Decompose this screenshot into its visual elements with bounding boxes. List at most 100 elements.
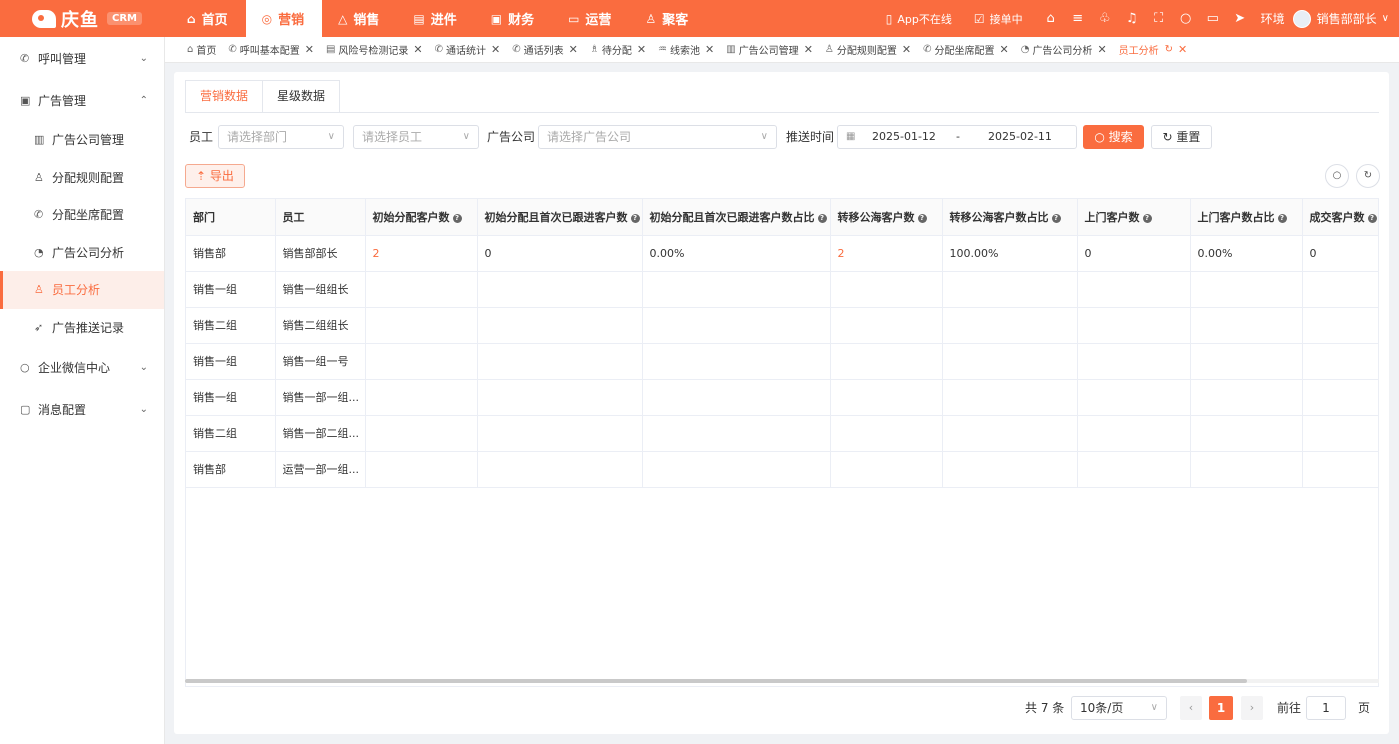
sidebar-item-staff-analysis[interactable]: ♙ 员工分析: [0, 271, 164, 309]
column-header-label: 转移公海客户数占比: [949, 210, 1049, 224]
table-cell: [477, 379, 643, 416]
staff-select[interactable]: 请选择员工 ∨: [353, 125, 479, 149]
sidebar-item-seat-config[interactable]: ✆ 分配坐席配置: [0, 196, 164, 234]
table-cell: [365, 307, 478, 344]
avatar[interactable]: [1292, 9, 1311, 28]
table-cell: [1190, 271, 1303, 308]
send-icon: ➶: [34, 320, 44, 334]
search-icon[interactable]: ○: [1180, 11, 1192, 26]
date-start[interactable]: 2025-01-12: [872, 126, 936, 148]
close-icon[interactable]: ✕: [1178, 43, 1187, 56]
list-icon[interactable]: ≡: [1072, 11, 1084, 26]
ad-icon: ▣: [20, 93, 31, 107]
topnav-application[interactable]: ▤ 进件: [397, 0, 474, 37]
tab-ad-analysis[interactable]: ◔ 广告公司分析 ✕: [1021, 42, 1107, 57]
close-icon[interactable]: ✕: [569, 43, 578, 56]
close-icon[interactable]: ✕: [637, 43, 646, 56]
topnav-customers[interactable]: ♙ 聚客: [629, 0, 706, 37]
user-name[interactable]: 销售部部长: [1317, 10, 1377, 27]
sidebar-group-ad[interactable]: ▣ 广告管理 ⌃: [0, 79, 164, 121]
bell-icon[interactable]: ♫: [1126, 11, 1138, 26]
sidebar-item-rule-config[interactable]: ♙ 分配规则配置: [0, 159, 164, 197]
column-header-label: 成交客户数: [1309, 210, 1365, 224]
tab-risk-record[interactable]: ▤ 风险号检测记录 ✕: [326, 42, 423, 57]
reset-button[interactable]: ↻ 重置: [1151, 125, 1212, 149]
tab-pending[interactable]: ♗ 待分配 ✕: [590, 42, 646, 57]
export-button[interactable]: ⇡ 导出: [185, 164, 245, 188]
brand-logo[interactable]: 庆鱼 CRM: [0, 0, 165, 37]
tab-home[interactable]: ⌂ 首页: [187, 42, 216, 57]
close-icon[interactable]: ✕: [491, 43, 500, 56]
tab-call-config[interactable]: ✆ 呼叫基本配置 ✕: [228, 42, 314, 57]
lock-icon[interactable]: ⌂: [1045, 11, 1057, 26]
scrollbar-thumb[interactable]: [185, 679, 1247, 683]
tab-seat-config[interactable]: ✆ 分配坐席配置 ✕: [923, 42, 1009, 57]
topnav-finance[interactable]: ▣ 财务: [475, 0, 552, 37]
close-icon[interactable]: ✕: [705, 43, 714, 56]
tab-star-data[interactable]: 星级数据: [263, 81, 339, 112]
home-icon: ⌂: [187, 44, 194, 55]
briefcase-icon[interactable]: ▭: [1207, 11, 1219, 26]
customers-icon: ♙: [645, 11, 657, 26]
sidebar-item-ad-company[interactable]: ▥ 广告公司管理: [0, 121, 164, 159]
tab-call-list[interactable]: ✆ 通话列表 ✕: [512, 42, 578, 57]
goto-page-input[interactable]: 1: [1306, 696, 1346, 720]
tab-lead-pool[interactable]: ♒ 线索池 ✕: [658, 42, 714, 57]
close-icon[interactable]: ✕: [305, 43, 314, 56]
app-status[interactable]: ▯ App不在线: [886, 11, 952, 27]
close-icon[interactable]: ✕: [804, 43, 813, 56]
department-select[interactable]: 请选择部门 ∨: [218, 125, 344, 149]
refresh-icon[interactable]: ↻: [1165, 44, 1173, 55]
help-icon[interactable]: ?: [630, 213, 640, 223]
environment-label[interactable]: 环境: [1261, 10, 1285, 27]
sidebar-item-push-record[interactable]: ➶ 广告推送记录: [0, 309, 164, 347]
tab-marketing-data[interactable]: 营销数据: [186, 81, 264, 112]
topnav-sales[interactable]: △ 销售: [322, 0, 397, 37]
table-cell: [477, 307, 643, 344]
tab-rule-config[interactable]: ♙ 分配规则配置 ✕: [825, 42, 911, 57]
help-icon[interactable]: ?: [452, 213, 462, 223]
prev-page-button[interactable]: ‹: [1180, 696, 1202, 720]
table-cell[interactable]: 2: [830, 235, 943, 272]
table-cell: [830, 415, 943, 452]
sidebar-group-wechat[interactable]: ○ 企业微信中心 ⌄: [0, 346, 164, 388]
help-icon[interactable]: ?: [917, 213, 927, 223]
search-button[interactable]: ○ 搜索: [1083, 125, 1144, 149]
chevron-down-icon[interactable]: ∨: [1382, 13, 1389, 24]
tab-staff-analysis[interactable]: 员工分析 ↻ ✕: [1119, 42, 1188, 57]
topnav-home[interactable]: ⌂ 首页: [171, 0, 246, 37]
phone-icon: ✆: [512, 44, 521, 55]
sidebar-group-call[interactable]: ✆ 呼叫管理 ⌄: [0, 37, 164, 79]
close-icon[interactable]: ✕: [999, 43, 1008, 56]
date-range-picker[interactable]: ▦ 2025-01-12 - 2025-02-11: [837, 125, 1077, 149]
refresh-table-button[interactable]: ↻: [1356, 164, 1380, 188]
column-header: 员工: [275, 199, 366, 236]
order-status[interactable]: ☑ 接单中: [974, 11, 1023, 27]
close-icon[interactable]: ✕: [413, 43, 422, 56]
table-cell[interactable]: 2: [365, 235, 478, 272]
help-icon[interactable]: ?: [1051, 213, 1061, 223]
horizontal-scrollbar[interactable]: [185, 679, 1379, 683]
sidebar-group-message[interactable]: ▢ 消息配置 ⌄: [0, 388, 164, 430]
send-icon[interactable]: ➤: [1234, 11, 1246, 26]
date-end[interactable]: 2025-02-11: [988, 126, 1052, 148]
fullscreen-icon[interactable]: ⛶: [1153, 11, 1165, 26]
help-icon[interactable]: ?: [817, 213, 827, 223]
topnav-operations[interactable]: ▭ 运营: [552, 0, 629, 37]
close-icon[interactable]: ✕: [902, 43, 911, 56]
ad-company-select[interactable]: 请选择广告公司 ∨: [538, 125, 777, 149]
search-toggle-button[interactable]: ○: [1325, 164, 1349, 188]
shirt-icon[interactable]: ♧: [1099, 11, 1111, 26]
page-number-current[interactable]: 1: [1209, 696, 1233, 720]
help-icon[interactable]: ?: [1367, 213, 1377, 223]
table-cell: [642, 379, 831, 416]
topnav-marketing[interactable]: ◎ 营销: [245, 0, 323, 37]
help-icon[interactable]: ?: [1277, 213, 1287, 223]
sidebar-item-ad-analysis[interactable]: ◔ 广告公司分析: [0, 234, 164, 272]
next-page-button[interactable]: ›: [1241, 696, 1263, 720]
close-icon[interactable]: ✕: [1097, 43, 1106, 56]
page-size-select[interactable]: 10条/页 ∨: [1071, 696, 1167, 720]
tab-ad-company[interactable]: ▥ 广告公司管理 ✕: [726, 42, 813, 57]
help-icon[interactable]: ?: [1142, 213, 1152, 223]
tab-call-stats[interactable]: ✆ 通话统计 ✕: [435, 42, 501, 57]
